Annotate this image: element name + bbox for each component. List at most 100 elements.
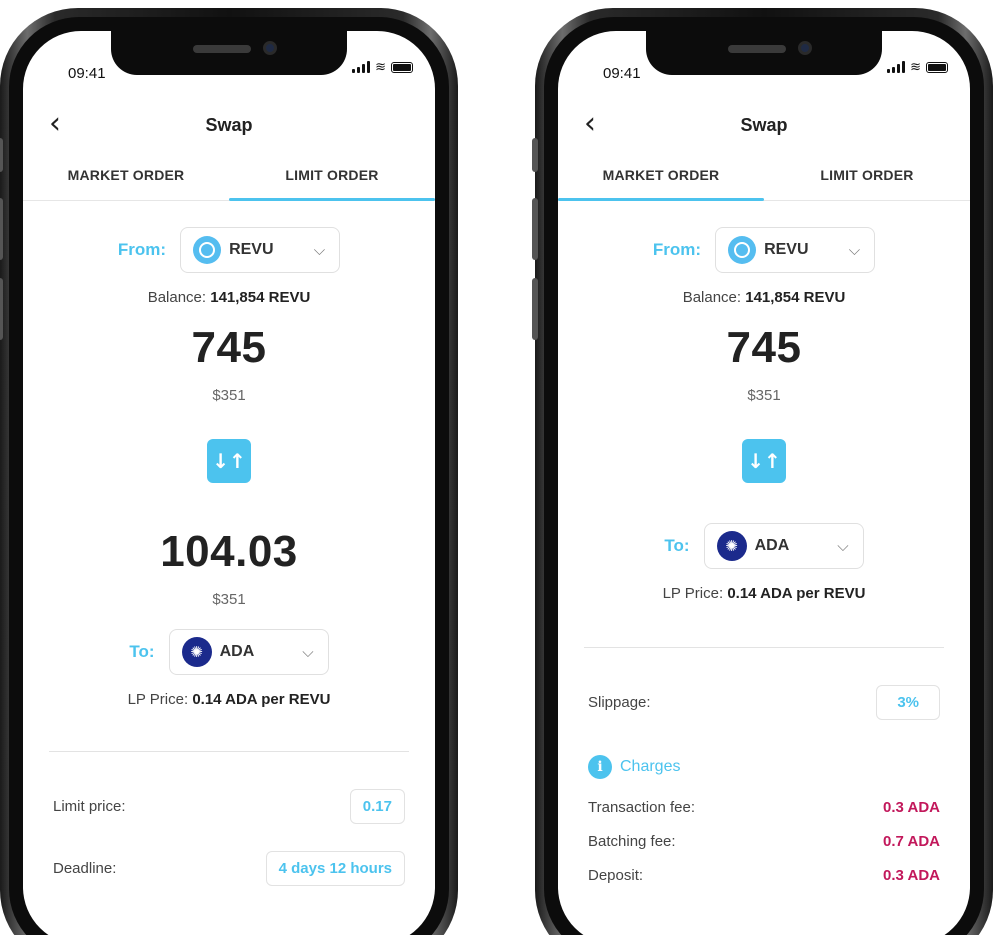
from-label: From: — [117, 240, 167, 259]
deadline-row: Deadline: 4 days 12 hours — [53, 851, 405, 886]
slippage-row: Slippage: 3% — [588, 685, 940, 720]
transaction-fee-label: Transaction fee: — [588, 799, 695, 816]
from-token-dropdown[interactable]: REVU ⌵ — [180, 227, 341, 273]
phone-side-button — [532, 138, 538, 172]
ada-coin-icon: ✺ — [716, 531, 747, 561]
phone-volume-up — [0, 198, 3, 260]
to-selector-row: To: ✺ ADA ⌵ — [23, 629, 435, 675]
balance-label: Balance: — [147, 289, 207, 306]
balance-text: Balance: 141,854 REVU — [23, 289, 435, 306]
swap-direction-button[interactable]: ↓↑ — [207, 439, 251, 483]
to-usd-value: $351 — [212, 591, 246, 608]
signal-icon — [352, 61, 371, 73]
speaker — [193, 45, 251, 53]
tab-market-order[interactable]: MARKET ORDER — [558, 161, 764, 201]
order-tabs: MARKET ORDER LIMIT ORDER — [23, 161, 435, 201]
status-icons: ≋ — [887, 60, 948, 73]
chevron-down-icon: ⌵ — [837, 537, 849, 555]
limit-price-input[interactable]: 0.17 — [349, 789, 405, 824]
nav-bar: ‹ Swap — [558, 109, 970, 141]
status-time: 09:41 — [603, 65, 641, 82]
fee-row: Transaction fee: 0.3 ADA — [588, 799, 940, 816]
from-label: From: — [652, 240, 702, 259]
page-title: Swap — [205, 115, 253, 135]
ada-coin-icon: ✺ — [181, 637, 212, 667]
balance-value: 141,854 REVU — [210, 289, 311, 306]
phone-volume-up — [532, 198, 538, 260]
to-label: To: — [129, 642, 155, 661]
tab-limit-order[interactable]: LIMIT ORDER — [229, 161, 435, 201]
left-screen: 09:41 ≋ ‹ Swap MARKET ORDER LIMIT ORDER … — [23, 31, 435, 935]
chevron-down-icon: ⌵ — [313, 241, 326, 259]
status-time: 09:41 — [68, 65, 106, 82]
front-camera — [798, 41, 812, 55]
from-amount[interactable]: 745 — [23, 323, 435, 373]
deposit-label: Deposit: — [588, 867, 644, 884]
info-icon: i — [588, 755, 612, 779]
lp-price-value: 0.14 ADA per REVU — [192, 691, 331, 708]
right-screen: 09:41 ≋ ‹ Swap MARKET ORDER LIMIT ORDER … — [558, 31, 970, 935]
deadline-label: Deadline: — [53, 860, 117, 877]
from-token-dropdown[interactable]: REVU ⌵ — [715, 227, 876, 273]
lp-price-label: LP Price: — [662, 585, 724, 602]
page-title: Swap — [740, 115, 788, 135]
limit-price-row: Limit price: 0.17 — [53, 789, 405, 824]
swap-direction-button[interactable]: ↓↑ — [742, 439, 786, 483]
to-label: To: — [664, 536, 690, 555]
from-amount[interactable]: 745 — [558, 323, 970, 373]
charges-toggle[interactable]: i Charges — [588, 755, 680, 779]
phone-side-button — [0, 138, 3, 172]
balance-text: Balance: 141,854 REVU — [558, 289, 970, 306]
from-usd-value: $351 — [747, 387, 781, 404]
charges-label: Charges — [620, 758, 681, 775]
from-selector-row: From: REVU ⌵ — [23, 227, 435, 273]
batching-fee-value: 0.7 ADA — [883, 833, 940, 850]
order-tabs: MARKET ORDER LIMIT ORDER — [558, 161, 970, 201]
from-token-name: REVU — [229, 241, 274, 258]
lp-price-text: LP Price: 0.14 ADA per REVU — [23, 691, 435, 708]
from-selector-row: From: REVU ⌵ — [558, 227, 970, 273]
chevron-down-icon: ⌵ — [302, 643, 314, 661]
left-phone-frame: 09:41 ≋ ‹ Swap MARKET ORDER LIMIT ORDER … — [0, 8, 458, 935]
lp-price-text: LP Price: 0.14 ADA per REVU — [558, 585, 970, 602]
to-selector-row: To: ✺ ADA ⌵ — [558, 523, 970, 569]
phone-volume-down — [0, 278, 3, 340]
lp-price-value: 0.14 ADA per REVU — [727, 585, 866, 602]
from-usd-value: $351 — [212, 387, 246, 404]
phone-volume-down — [532, 278, 538, 340]
speaker — [728, 45, 786, 53]
signal-icon — [887, 61, 906, 73]
deadline-input[interactable]: 4 days 12 hours — [265, 851, 405, 886]
to-token-name: ADA — [219, 643, 255, 660]
status-icons: ≋ — [352, 59, 413, 74]
battery-icon — [926, 61, 948, 73]
section-divider — [584, 647, 944, 648]
lp-price-label: LP Price: — [127, 691, 189, 708]
phone-bezel: 09:41 ≋ ‹ Swap MARKET ORDER LIMIT ORDER … — [544, 17, 984, 935]
from-token-name: REVU — [764, 241, 809, 258]
slippage-input[interactable]: 3% — [876, 685, 940, 720]
to-token-name: ADA — [754, 537, 790, 554]
revu-coin-icon — [728, 236, 757, 264]
notch — [646, 31, 882, 75]
nav-bar: ‹ Swap — [23, 109, 435, 141]
transaction-fee-value: 0.3 ADA — [883, 799, 940, 816]
batching-fee-label: Batching fee: — [588, 833, 676, 850]
deposit-value: 0.3 ADA — [883, 867, 940, 884]
to-token-dropdown[interactable]: ✺ ADA ⌵ — [703, 523, 864, 569]
tab-limit-order[interactable]: LIMIT ORDER — [764, 161, 970, 200]
revu-coin-icon — [193, 236, 222, 264]
battery-icon — [391, 61, 413, 73]
notch — [111, 31, 347, 75]
front-camera — [263, 41, 277, 55]
right-phone-frame: 09:41 ≋ ‹ Swap MARKET ORDER LIMIT ORDER … — [532, 8, 993, 935]
fee-row: Deposit: 0.3 ADA — [588, 867, 940, 884]
to-amount[interactable]: 104.03 — [23, 527, 435, 577]
to-token-dropdown[interactable]: ✺ ADA ⌵ — [168, 629, 329, 675]
balance-value: 141,854 REVU — [745, 289, 846, 306]
wifi-icon: ≋ — [375, 59, 386, 74]
charges-row: i Charges — [588, 755, 940, 779]
tab-market-order[interactable]: MARKET ORDER — [23, 161, 229, 200]
chevron-down-icon: ⌵ — [848, 241, 861, 259]
slippage-label: Slippage: — [588, 694, 651, 711]
